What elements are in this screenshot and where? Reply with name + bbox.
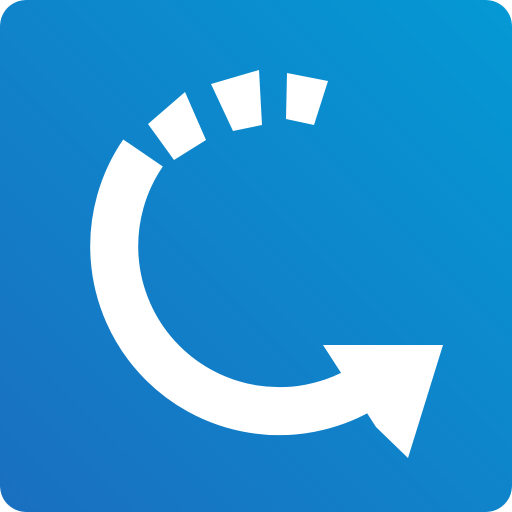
app-icon-tile[interactable] — [0, 0, 512, 512]
refresh-arrow-icon — [0, 0, 512, 512]
